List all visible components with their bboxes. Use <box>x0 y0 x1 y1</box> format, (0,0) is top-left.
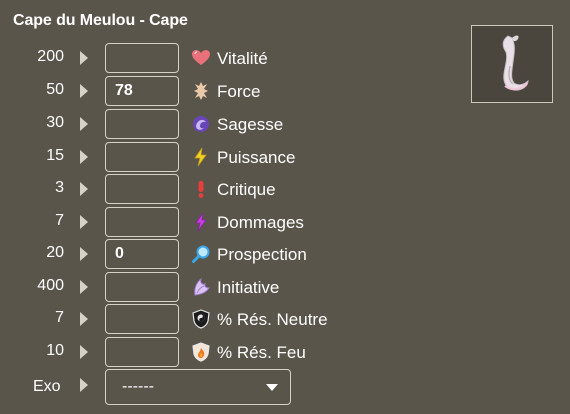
stat-label-puissance: Puissance <box>217 148 296 167</box>
expand-arrow-icon[interactable] <box>80 117 88 131</box>
expand-arrow-icon[interactable] <box>80 247 88 261</box>
stat-row-res-neutre: 7 % Rés. Neutre <box>0 303 420 335</box>
stat-input-critique[interactable] <box>105 174 179 204</box>
stat-value: 200 <box>37 48 64 65</box>
stat-row-puissance: 15 Puissance <box>0 141 420 173</box>
stat-input-res-feu[interactable] <box>105 337 179 367</box>
stat-label-res-neutre: % Rés. Neutre <box>217 310 328 329</box>
expand-arrow-icon[interactable] <box>80 84 88 98</box>
stat-label-sagesse: Sagesse <box>217 115 284 134</box>
expand-arrow-icon[interactable] <box>80 182 88 196</box>
stat-input-puissance[interactable] <box>105 142 179 172</box>
exclamation-icon <box>191 179 211 199</box>
expand-arrow-icon[interactable] <box>80 345 88 359</box>
stat-value: 30 <box>46 114 64 131</box>
stat-label-vitalite: Vitalité <box>217 49 268 68</box>
stat-value: 400 <box>37 277 64 294</box>
stat-value: 10 <box>46 342 64 359</box>
expand-arrow-icon[interactable] <box>80 280 88 294</box>
stat-row-dommages: 7 Dommages <box>0 206 420 238</box>
stat-row-force: 50 Force <box>0 75 420 107</box>
stat-input-res-neutre[interactable] <box>105 304 179 334</box>
exo-selected-value: ------ <box>122 378 154 395</box>
stat-value: 7 <box>55 212 64 229</box>
stat-row-critique: 3 Critique <box>0 173 420 205</box>
stat-input-initiative[interactable] <box>105 272 179 302</box>
stat-input-sagesse[interactable] <box>105 109 179 139</box>
neutral-resist-icon <box>191 309 211 329</box>
initiative-icon <box>191 277 211 297</box>
cape-item-icon <box>502 35 529 91</box>
chevron-down-icon <box>266 384 278 391</box>
stat-input-force[interactable] <box>105 76 179 106</box>
stat-value: 50 <box>46 81 64 98</box>
item-title: Cape du Meulou - Cape <box>13 12 188 29</box>
sagesse-icon <box>191 114 211 134</box>
stat-label-res-feu: % Rés. Feu <box>217 343 306 362</box>
stat-value: 3 <box>55 179 64 196</box>
lightning-icon <box>191 147 211 167</box>
stat-label-critique: Critique <box>217 180 276 199</box>
stat-row-initiative: 400 Initiative <box>0 271 420 303</box>
stat-value: 20 <box>46 244 64 261</box>
expand-arrow-icon[interactable] <box>80 378 88 392</box>
expand-arrow-icon[interactable] <box>80 215 88 229</box>
exo-label: Exo <box>33 378 61 395</box>
damage-icon <box>191 212 211 232</box>
stat-input-prospection[interactable] <box>105 239 179 269</box>
heart-icon <box>191 48 211 68</box>
stat-label-prospection: Prospection <box>217 245 307 264</box>
stat-value: 15 <box>46 147 64 164</box>
stat-value: 7 <box>55 309 64 326</box>
stat-input-vitalite[interactable] <box>105 43 179 73</box>
stat-label-dommages: Dommages <box>217 213 304 232</box>
stat-label-force: Force <box>217 82 261 101</box>
expand-arrow-icon[interactable] <box>80 312 88 326</box>
stat-row-prospection: 20 Prospection <box>0 238 420 270</box>
fire-resist-icon <box>191 342 211 362</box>
expand-arrow-icon[interactable] <box>80 51 88 65</box>
stat-input-dommages[interactable] <box>105 207 179 237</box>
stat-row-res-feu: 10 % Rés. Feu <box>0 336 420 368</box>
expand-arrow-icon[interactable] <box>80 150 88 164</box>
exo-select[interactable]: ------ <box>105 369 291 405</box>
force-icon <box>191 81 211 101</box>
stat-row-sagesse: 30 Sagesse <box>0 108 420 140</box>
magnifier-icon <box>191 244 211 264</box>
stat-row-vitalite: 200 Vitalité <box>0 42 420 74</box>
item-image <box>471 25 553 103</box>
stat-label-initiative: Initiative <box>217 278 280 297</box>
